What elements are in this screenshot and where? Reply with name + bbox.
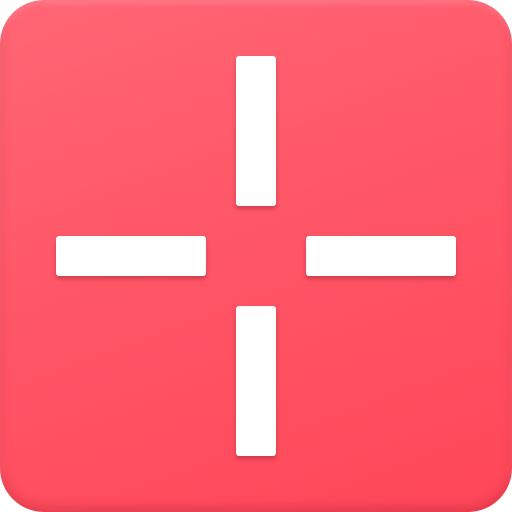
app-icon-tile[interactable] bbox=[0, 0, 512, 512]
crosshair-tick-bottom bbox=[236, 306, 276, 456]
crosshair-tick-right bbox=[306, 236, 456, 276]
crosshair-tick-top bbox=[236, 56, 276, 206]
crosshair-tick-left bbox=[56, 236, 206, 276]
crosshair-icon bbox=[0, 0, 512, 512]
